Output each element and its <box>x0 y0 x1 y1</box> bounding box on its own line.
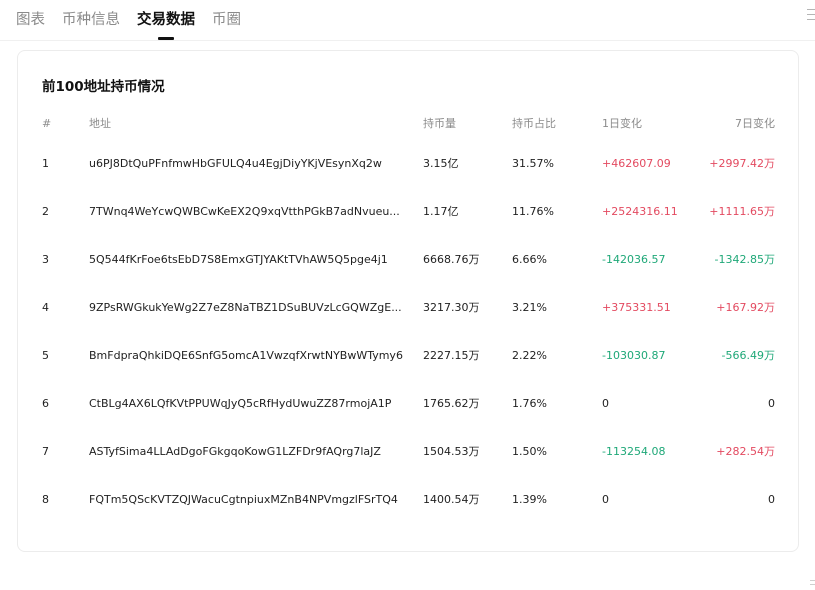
row-change-7d: 0 <box>768 493 775 506</box>
table-row[interactable]: 2 7TWnq4WeYcwQWBCwKeEX2Q9xqVtthPGkB7adNv… <box>18 202 798 222</box>
row-address[interactable]: FQTm5QScKVTZQJWacuCgtnpiuxMZnB4NPVmgzlFS… <box>89 490 411 510</box>
row-amount: 3.15亿 <box>423 157 459 170</box>
table-row[interactable]: 1 u6PJ8DtQuPFnfmwHbGFULQ4u4EgjDiyYKjVEsy… <box>18 154 798 174</box>
table-header: # 地址 持币量 持币占比 1日变化 7日变化 <box>18 114 798 134</box>
row-share: 31.57% <box>512 157 554 170</box>
row-amount: 3217.30万 <box>423 301 480 314</box>
table-row[interactable]: 6 CtBLg4AX6LQfKVtPPUWqJyQ5cRfHydUwuZZ87r… <box>18 394 798 414</box>
header-share: 持币占比 <box>512 117 556 130</box>
row-amount: 1765.62万 <box>423 397 480 410</box>
resize-handle-icon <box>810 580 815 590</box>
table-row[interactable]: 4 9ZPsRWGkukYeWg2Z7eZ8NaTBZ1DSuBUVzLcGQW… <box>18 298 798 318</box>
row-amount: 1504.53万 <box>423 445 480 458</box>
tab-trade-data[interactable]: 交易数据 <box>137 0 195 40</box>
row-share: 6.66% <box>512 253 547 266</box>
table-row[interactable]: 7 ASTyfSima4LLAdDgoFGkgqoKowG1LZFDr9fAQr… <box>18 442 798 462</box>
row-address[interactable]: ASTyfSima4LLAdDgoFGkgqoKowG1LZFDr9fAQrg7… <box>89 442 411 462</box>
tab-coin-info[interactable]: 币种信息 <box>62 0 120 40</box>
row-share: 2.22% <box>512 349 547 362</box>
row-address[interactable]: 5Q544fKrFoe6tsEbD7S8EmxGTJYAKtTVhAW5Q5pg… <box>89 250 411 270</box>
row-rank: 8 <box>42 493 49 506</box>
row-address[interactable]: CtBLg4AX6LQfKVtPPUWqJyQ5cRfHydUwuZZ87rmo… <box>89 394 411 414</box>
card-title: 前100地址持币情况 <box>42 79 165 95</box>
row-change-7d: +282.54万 <box>716 445 775 458</box>
row-change-7d: +2997.42万 <box>709 157 775 170</box>
tab-divider <box>0 40 815 41</box>
row-change-7d: +1111.65万 <box>709 205 775 218</box>
row-share: 1.39% <box>512 493 547 506</box>
holders-card: 前100地址持币情况 # 地址 持币量 持币占比 1日变化 7日变化 1 u6P… <box>17 50 799 552</box>
row-rank: 1 <box>42 157 49 170</box>
tab-coin-circle[interactable]: 币圈 <box>212 0 241 40</box>
table-row[interactable]: 5 BmFdpraQhkiDQE6SnfG5omcA1VwzqfXrwtNYBw… <box>18 346 798 366</box>
tab-chart[interactable]: 图表 <box>16 0 45 40</box>
row-rank: 3 <box>42 253 49 266</box>
row-rank: 4 <box>42 301 49 314</box>
row-rank: 7 <box>42 445 49 458</box>
row-address[interactable]: 7TWnq4WeYcwQWBCwKeEX2Q9xqVtthPGkB7adNvue… <box>89 202 411 222</box>
row-address[interactable]: u6PJ8DtQuPFnfmwHbGFULQ4u4EgjDiyYKjVEsynX… <box>89 154 411 174</box>
header-address: 地址 <box>89 117 111 130</box>
menu-icon[interactable] <box>807 9 815 23</box>
row-rank: 5 <box>42 349 49 362</box>
row-change-7d: +167.92万 <box>716 301 775 314</box>
row-amount: 6668.76万 <box>423 253 480 266</box>
table-row[interactable]: 3 5Q544fKrFoe6tsEbD7S8EmxGTJYAKtTVhAW5Q5… <box>18 250 798 270</box>
header-rank: # <box>42 117 52 130</box>
row-share: 3.21% <box>512 301 547 314</box>
row-share: 1.50% <box>512 445 547 458</box>
row-amount: 1400.54万 <box>423 493 480 506</box>
tab-bar: 图表 币种信息 交易数据 币圈 <box>16 0 241 40</box>
row-address[interactable]: BmFdpraQhkiDQE6SnfG5omcA1VwzqfXrwtNYBwWT… <box>89 346 411 366</box>
row-rank: 6 <box>42 397 49 410</box>
row-share: 1.76% <box>512 397 547 410</box>
row-rank: 2 <box>42 205 49 218</box>
row-share: 11.76% <box>512 205 554 218</box>
row-address[interactable]: 9ZPsRWGkukYeWg2Z7eZ8NaTBZ1DSuBUVzLcGQWZg… <box>89 298 411 318</box>
header-change-7d: 7日变化 <box>735 117 775 130</box>
row-change-7d: -566.49万 <box>721 349 775 362</box>
row-amount: 1.17亿 <box>423 205 459 218</box>
table-row[interactable]: 8 FQTm5QScKVTZQJWacuCgtnpiuxMZnB4NPVmgzl… <box>18 490 798 510</box>
row-amount: 2227.15万 <box>423 349 480 362</box>
row-change-7d: 0 <box>768 397 775 410</box>
row-change-7d: -1342.85万 <box>714 253 775 266</box>
header-amount: 持币量 <box>423 117 456 130</box>
